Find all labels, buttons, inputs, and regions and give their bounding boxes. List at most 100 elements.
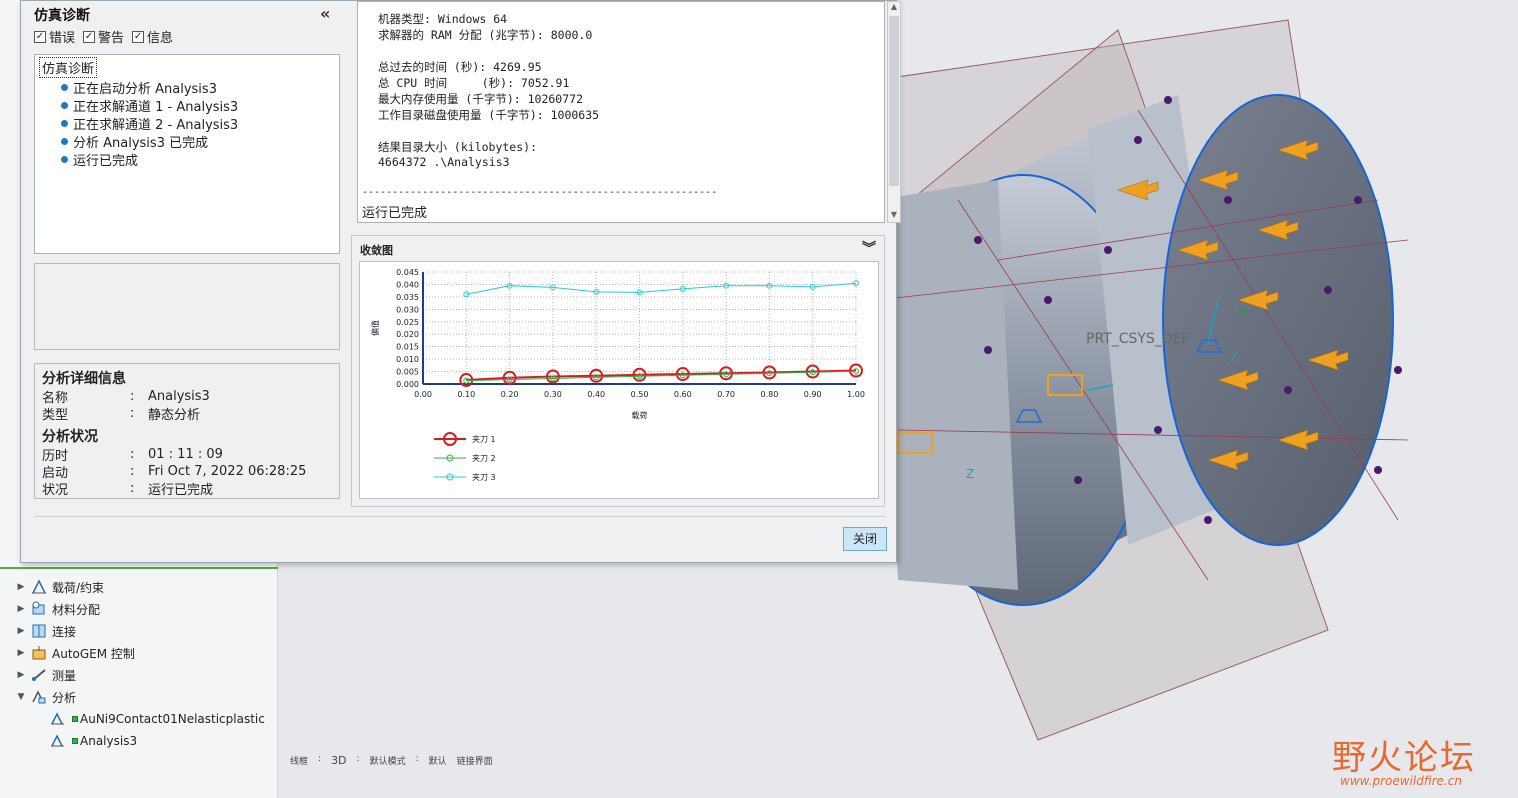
- analysis-run-icon: [51, 734, 64, 747]
- expand-arrow-icon[interactable]: ▶: [14, 626, 28, 636]
- scroll-thumb[interactable]: [889, 16, 899, 186]
- tree-item-connections[interactable]: ▶ 连接: [0, 620, 278, 642]
- info-bullet-icon: [61, 137, 68, 145]
- log-line: 4664372 .\Analysis3: [378, 155, 510, 169]
- diagnostics-message[interactable]: 正在求解通道 2 - Analysis3: [61, 114, 335, 133]
- log-line: 总 CPU 时间 (秒): 7052.91: [378, 76, 570, 90]
- watermark-url: www.proewildfire.cn: [1340, 774, 1462, 788]
- cylinder-end-face: [1162, 94, 1394, 546]
- tree-item-label: 载荷/约束: [52, 580, 105, 595]
- dialog-title: 仿真诊断: [34, 8, 90, 24]
- status-display-style[interactable]: 线框: [290, 754, 308, 767]
- filter-errors-checkbox[interactable]: ✓ 错误: [34, 27, 75, 46]
- series-line: [466, 370, 857, 382]
- y-tick-label: 0.005: [396, 368, 419, 377]
- y-tick-label: 0.025: [396, 318, 419, 327]
- filter-warnings-checkbox[interactable]: ✓ 警告: [83, 27, 124, 46]
- status-ok-icon: [72, 738, 78, 744]
- collapse-arrow-icon[interactable]: ▼: [14, 692, 28, 702]
- convergence-chart: 0.000 0.005 0.010 0.015 0.020 0.025 0.030 0.035…: [359, 261, 879, 499]
- detail-elapsed-row: 历时:01 : 11 : 09: [42, 447, 223, 464]
- log-line: 总过去的时间 (秒): 4269.95: [378, 60, 542, 74]
- detail-status-row: 状况: 运行已完成: [42, 481, 214, 498]
- svg-text:Z: Z: [1230, 351, 1238, 365]
- x-tick-label: 0.50: [631, 390, 649, 399]
- expand-arrow-icon[interactable]: ▶: [14, 648, 28, 658]
- x-tick-label: 1.00: [847, 390, 865, 399]
- scroll-down-icon[interactable]: ▼: [888, 210, 900, 222]
- x-tick-label: 0.60: [674, 390, 692, 399]
- diagnostics-tree[interactable]: 仿真诊断 正在启动分析 Analysis3 正在求解通道 1 - Analysi…: [34, 54, 340, 254]
- tree-item-analysis3[interactable]: Analysis3: [0, 730, 278, 752]
- info-bullet-icon: [61, 155, 68, 163]
- diagnostics-message[interactable]: 正在启动分析 Analysis3: [61, 78, 335, 97]
- y-tick-label: 0.045: [396, 268, 419, 277]
- x-tick-label: 0.30: [544, 390, 562, 399]
- collapse-chevron-icon[interactable]: ︾: [862, 238, 876, 258]
- tree-item-label: 分析: [52, 690, 77, 705]
- checkbox-checked-icon: ✓: [132, 30, 145, 43]
- convergence-chart-svg: 0.000 0.005 0.010 0.015 0.020 0.025 0.030 0.035…: [370, 268, 865, 482]
- load-constraint-icon: [32, 579, 46, 594]
- detail-type-row: 类型: 静态分析: [42, 406, 201, 423]
- svg-text:X: X: [1238, 305, 1246, 319]
- detail-start-row: 启动: Fri Oct 7, 2022 06:28:25: [42, 464, 307, 481]
- diagnostics-message[interactable]: 分析 Analysis3 已完成: [61, 132, 335, 151]
- filter-info-checkbox[interactable]: ✓ 信息: [132, 27, 173, 46]
- diagnostics-tree-root[interactable]: 仿真诊断: [39, 57, 98, 78]
- info-bullet-icon: [61, 119, 68, 127]
- message-detail-box: [34, 263, 340, 350]
- convergence-panel: 收敛图 ︾ 0.000 0.005 0.010 0.015 0.020 0.025 0.03…: [351, 235, 885, 507]
- tree-item-label: Analysis3: [80, 734, 138, 748]
- log-line: 工作目录磁盘使用量 (千字节): 1000635: [378, 108, 600, 122]
- log-line: 结果目录大小 (kilobytes):: [378, 140, 538, 154]
- watermark-title: 野火论坛: [1332, 738, 1476, 778]
- tree-item-analysis-auni9[interactable]: AuNi9Contact01Nelasticplastic: [0, 708, 278, 730]
- status-default[interactable]: 默认: [429, 754, 447, 767]
- legend-label: 夹刀 1: [472, 434, 496, 444]
- scroll-up-icon[interactable]: ▲: [888, 2, 900, 14]
- x-tick-label: 0.70: [717, 390, 735, 399]
- divider: [34, 516, 886, 517]
- x-tick-label: 0.10: [457, 390, 475, 399]
- tree-item-label: AutoGEM 控制: [52, 646, 135, 661]
- expand-arrow-icon[interactable]: ▶: [14, 670, 28, 680]
- y-tick-label: 0.040: [396, 280, 419, 289]
- close-button[interactable]: 关闭: [843, 527, 887, 551]
- tree-item-materials[interactable]: ▶ 材料分配: [0, 598, 278, 620]
- x-tick-label: 0.80: [760, 390, 778, 399]
- expand-arrow-icon[interactable]: ▶: [14, 582, 28, 592]
- forum-watermark: 野火论坛 www.proewildfire.cn: [1332, 718, 1512, 792]
- details-heading: 分析详细信息: [42, 371, 126, 387]
- status-heading: 分析状况: [42, 429, 98, 445]
- expand-arrow-icon[interactable]: ▶: [14, 604, 28, 614]
- status-link-interface[interactable]: 链接界面: [457, 754, 493, 767]
- tree-item-autogem[interactable]: ▶ AutoGEM 控制: [0, 642, 278, 664]
- log-line: 最大内存使用量 (千字节): 10260772: [378, 92, 584, 106]
- tree-item-measures[interactable]: ▶ 测量: [0, 664, 278, 686]
- tree-item-label: 连接: [52, 624, 77, 639]
- x-tick-label: 0.20: [501, 390, 519, 399]
- tree-item-loads[interactable]: ▶ 载荷/约束: [0, 576, 278, 598]
- diagnostics-message[interactable]: 正在求解通道 1 - Analysis3: [61, 96, 335, 115]
- analysis-run-icon: [51, 712, 64, 725]
- y-tick-label: 0.020: [396, 330, 419, 339]
- tree-item-label: 测量: [52, 668, 77, 683]
- y-axis-label: 偏值: [370, 320, 380, 336]
- tree-item-label: 材料分配: [52, 602, 101, 617]
- log-line: 机器类型: Windows 64: [378, 12, 508, 26]
- svg-text:Z: Z: [966, 467, 974, 481]
- run-log-textarea[interactable]: 机器类型: Windows 64 求解器的 RAM 分配 (兆字节): 8000…: [357, 1, 885, 223]
- legend-label: 夹刀 2: [472, 453, 496, 463]
- status-mode[interactable]: 默认模式: [370, 754, 406, 767]
- checkbox-checked-icon: ✓: [83, 30, 96, 43]
- collapse-panel-icon[interactable]: «: [320, 4, 330, 23]
- status-3d-label[interactable]: 3D: [331, 754, 346, 767]
- status-ok-icon: [72, 716, 78, 722]
- x-tick-label: 0.90: [804, 390, 822, 399]
- tree-item-analyses[interactable]: ▼ 分析: [0, 686, 278, 708]
- y-tick-label: 0.010: [396, 355, 419, 364]
- log-scrollbar[interactable]: ▲ ▼: [887, 1, 901, 223]
- autogem-icon: [32, 646, 46, 660]
- diagnostics-message[interactable]: 运行已完成: [61, 150, 335, 169]
